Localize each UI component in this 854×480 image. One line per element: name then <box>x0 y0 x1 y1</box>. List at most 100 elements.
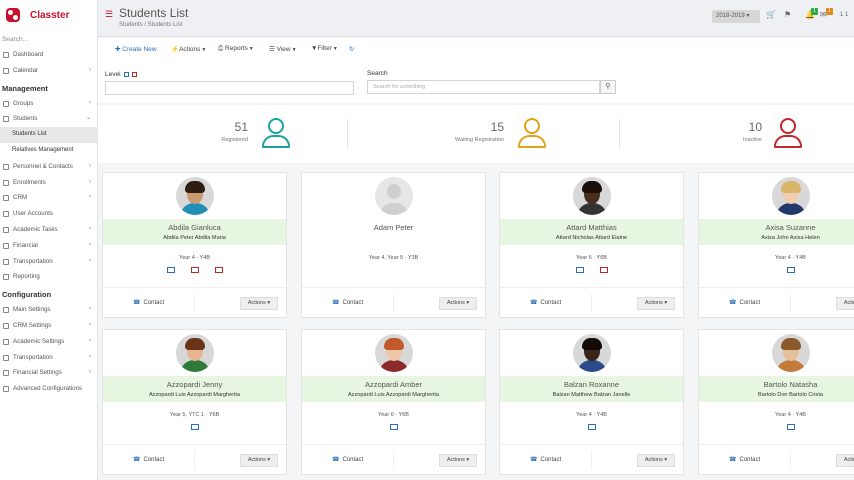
search-input[interactable]: Search for something <box>367 80 600 94</box>
student-name[interactable]: Axisa Suzanne <box>699 223 854 232</box>
comment-icon[interactable] <box>599 267 608 273</box>
student-name[interactable]: Bartolo Natasha <box>699 380 854 389</box>
id-card-icon[interactable] <box>786 267 795 273</box>
brand[interactable]: Classter <box>0 0 97 30</box>
sidebar-subitem-students-list[interactable]: Students List <box>0 127 97 143</box>
contact-button[interactable]: ☎ Contact <box>729 299 760 306</box>
student-card[interactable]: Attard Matthias Attard Nicholas Attard El… <box>499 172 684 318</box>
sidebar-item-reporting[interactable]: Reporting <box>0 269 97 285</box>
card-actions-button[interactable]: Actions ▾ <box>439 297 477 310</box>
student-name[interactable]: Azzopardi Amber <box>302 380 485 389</box>
chevron-left-icon: ‹ <box>89 321 91 328</box>
reports-menu-button[interactable]: ⎙ Reports▼ <box>218 45 254 53</box>
avatar[interactable] <box>573 334 611 372</box>
sidebar-item-transportation[interactable]: Transportation ‹ <box>0 350 97 366</box>
card-actions-button[interactable]: Actions ▾ <box>439 454 477 467</box>
sidebar-item-user-accounts[interactable]: User Accounts <box>0 206 97 222</box>
student-card[interactable]: Axisa Suzanne Axisa John Axisa Helen Year … <box>698 172 854 318</box>
student-parents: Abdila Peter Abdila Maria <box>163 235 226 241</box>
student-card[interactable]: Bartolo Natasha Bartolo Don Bartolo Crist… <box>698 329 854 475</box>
student-name[interactable]: Balzan Roxanne <box>500 380 683 389</box>
sidebar-item-academic-settings[interactable]: Academic Settings ‹ <box>0 334 97 350</box>
breadcrumb[interactable]: Students / Students List <box>119 22 182 28</box>
sidebar-item-calendar[interactable]: Calendar ‹ <box>0 63 97 79</box>
avatar[interactable] <box>772 334 810 372</box>
id-card-icon[interactable] <box>575 267 584 273</box>
card-actions-button[interactable]: Actions ▾ <box>240 297 278 310</box>
actions-menu-button[interactable]: ⚡Actions▼ <box>171 45 206 53</box>
level-input[interactable] <box>105 81 354 95</box>
comment-icon[interactable] <box>190 267 199 273</box>
id-card-icon[interactable] <box>166 267 175 273</box>
avatar[interactable] <box>176 177 214 215</box>
hamburger-menu-icon[interactable]: ☰ <box>105 9 113 20</box>
student-card[interactable]: Azzopardi Amber Azzopardi Luis Azzopardi … <box>301 329 486 475</box>
contact-button[interactable]: ☎ Contact <box>729 456 760 463</box>
user-icon[interactable] <box>518 118 546 148</box>
filter-menu-button[interactable]: ▼Filter▼ <box>311 45 338 52</box>
flag-icon[interactable]: ⚑ <box>784 10 791 19</box>
id-card-icon[interactable] <box>587 424 596 430</box>
user-icon[interactable] <box>262 118 290 148</box>
chevron-left-icon: ‹ <box>89 178 91 185</box>
sidebar-item-financial[interactable]: Financial ‹ <box>0 238 97 254</box>
contact-button[interactable]: ☎ Contact <box>133 299 164 306</box>
sidebar-item-personnel-contacts[interactable]: Personnel & Contacts ‹ <box>0 159 97 175</box>
student-parents: Azzopardi Luis Azzopardi Margherita <box>148 392 241 398</box>
student-card[interactable]: Balzan Roxanne Balzan Matthew Balzan Jane… <box>499 329 684 475</box>
avatar[interactable] <box>772 177 810 215</box>
avatar[interactable] <box>176 334 214 372</box>
sidebar-item-dashboard[interactable]: Dashboard <box>0 47 97 63</box>
view-menu-button[interactable]: ☰ View▼ <box>269 45 297 53</box>
refresh-icon[interactable]: ↻ <box>349 45 354 53</box>
student-card[interactable]: Adam Peter Year 4, Year 5 · Y3B ☎ Contact Ac… <box>301 172 486 318</box>
academic-year-select[interactable]: 2018-2019 ▾ <box>712 10 760 23</box>
sidebar-item-crm-settings[interactable]: CRM Settings ‹ <box>0 318 97 334</box>
chevron-left-icon: ‹ <box>89 306 91 313</box>
sidebar-subitem-relatives-management[interactable]: Relatives Management <box>0 143 97 159</box>
classter-logo-icon <box>6 8 20 22</box>
cart-icon[interactable]: 🛒 <box>766 10 776 19</box>
sidebar-item-crm[interactable]: CRM ‹ <box>0 190 97 206</box>
contact-button[interactable]: ☎ Contact <box>332 299 363 306</box>
level-check-icon[interactable] <box>123 71 129 77</box>
card-actions-button[interactable]: Actions ▾ <box>637 454 675 467</box>
card-actions-button[interactable]: Actions ▾ <box>836 454 854 467</box>
contact-button[interactable]: ☎ Contact <box>133 456 164 463</box>
user-menu[interactable]: 1 1 <box>840 12 848 18</box>
sidebar-item-students[interactable]: Students ⌄ <box>0 111 97 127</box>
avatar[interactable] <box>573 177 611 215</box>
student-name[interactable]: Attard Matthias <box>500 223 683 232</box>
sidebar-item-financial-settings[interactable]: Financial Settings ‹ <box>0 365 97 381</box>
sidebar-item-transportation[interactable]: Transportation ‹ <box>0 254 97 270</box>
sidebar-search[interactable]: Search... <box>0 30 97 47</box>
id-card-icon[interactable] <box>786 424 795 430</box>
sidebar-item-enrollments[interactable]: Enrollments ‹ <box>0 175 97 191</box>
sidebar-item-advanced-configurations[interactable]: Advanced Configurations <box>0 381 97 397</box>
avatar[interactable] <box>375 334 413 372</box>
search-button[interactable]: ⚲ <box>600 80 616 94</box>
card-actions-button[interactable]: Actions ▾ <box>240 454 278 467</box>
contact-button[interactable]: ☎ Contact <box>530 299 561 306</box>
avatar[interactable] <box>375 177 413 215</box>
card-actions-button[interactable]: Actions ▾ <box>836 297 854 310</box>
student-name[interactable]: Abdila Gianluca <box>103 223 286 232</box>
id-card-icon[interactable] <box>190 424 199 430</box>
student-card[interactable]: Abdila Gianluca Abdila Peter Abdila Maria… <box>102 172 287 318</box>
create-new-button[interactable]: ✚ Create New <box>115 45 157 53</box>
id-card-icon[interactable] <box>389 424 398 430</box>
sidebar-item-groups[interactable]: Groups ‹ <box>0 96 97 112</box>
sidebar-item-academic-tasks[interactable]: Academic Tasks ‹ <box>0 222 97 238</box>
contact-button[interactable]: ☎ Contact <box>332 456 363 463</box>
level-uncheck-icon[interactable] <box>131 71 137 77</box>
card-actions-button[interactable]: Actions ▾ <box>637 297 675 310</box>
document-icon[interactable] <box>214 267 223 273</box>
sidebar: Classter Search... Dashboard Calendar ‹ Ma… <box>0 0 98 480</box>
student-card[interactable]: Azzopardi Jenny Azzopardi Luis Azzopardi … <box>102 329 287 475</box>
sidebar-item-main-settings[interactable]: Main Settings ‹ <box>0 302 97 318</box>
student-name[interactable]: Azzopardi Jenny <box>103 380 286 389</box>
contact-button[interactable]: ☎ Contact <box>530 456 561 463</box>
user-icon[interactable] <box>774 118 802 148</box>
student-name[interactable]: Adam Peter <box>302 223 485 232</box>
academic-settings-icon <box>3 338 9 345</box>
